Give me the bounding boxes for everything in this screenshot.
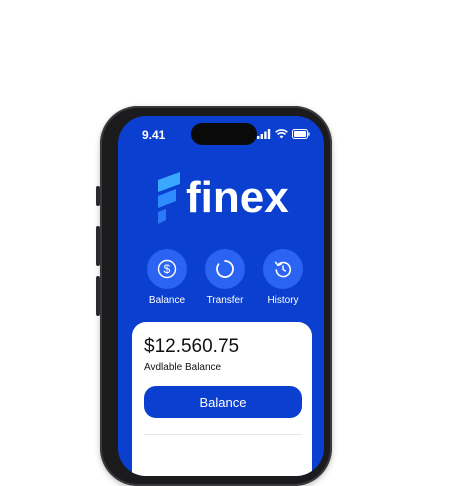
phone-side-button: [96, 276, 100, 316]
transfer-action[interactable]: Transfer: [198, 249, 252, 306]
dollar-icon: $: [157, 259, 177, 279]
balance-action-button[interactable]: $: [147, 249, 187, 289]
brand-logo: finex: [152, 172, 289, 224]
transfer-icon: [216, 260, 234, 278]
status-time: 9.41: [142, 128, 166, 142]
balance-action-label: Balance: [148, 295, 186, 306]
quick-actions: $ Balance Transfer History: [140, 249, 310, 306]
signal-icon: [257, 129, 271, 139]
phone-side-button: [96, 226, 100, 266]
balance-amount: $12.560.75: [144, 336, 240, 357]
history-action-button[interactable]: [263, 249, 303, 289]
app-screen: 9.41 finex $ Balance Transfer History $1…: [118, 116, 324, 476]
transfer-action-label: Transfer: [206, 295, 244, 306]
history-icon: [274, 261, 292, 278]
wifi-icon: [275, 129, 288, 139]
balance-button[interactable]: Balance: [144, 386, 302, 418]
history-action-label: History: [267, 295, 299, 306]
card-divider: [144, 434, 302, 435]
transfer-action-button[interactable]: [205, 249, 245, 289]
status-bar: 9.41: [118, 116, 324, 156]
svg-text:$: $: [164, 262, 171, 276]
battery-icon: [292, 129, 310, 139]
brand-name: finex: [186, 173, 289, 222]
balance-label: Avdlable Balance: [144, 362, 222, 373]
balance-card: $12.560.75 Avdlable Balance Balance: [132, 322, 312, 476]
phone-side-button: [96, 186, 100, 206]
balance-action[interactable]: $ Balance: [140, 249, 194, 306]
finex-logo-icon: [158, 172, 180, 224]
dynamic-island: [191, 123, 257, 145]
history-action[interactable]: History: [256, 249, 310, 306]
status-icons: [257, 129, 310, 139]
